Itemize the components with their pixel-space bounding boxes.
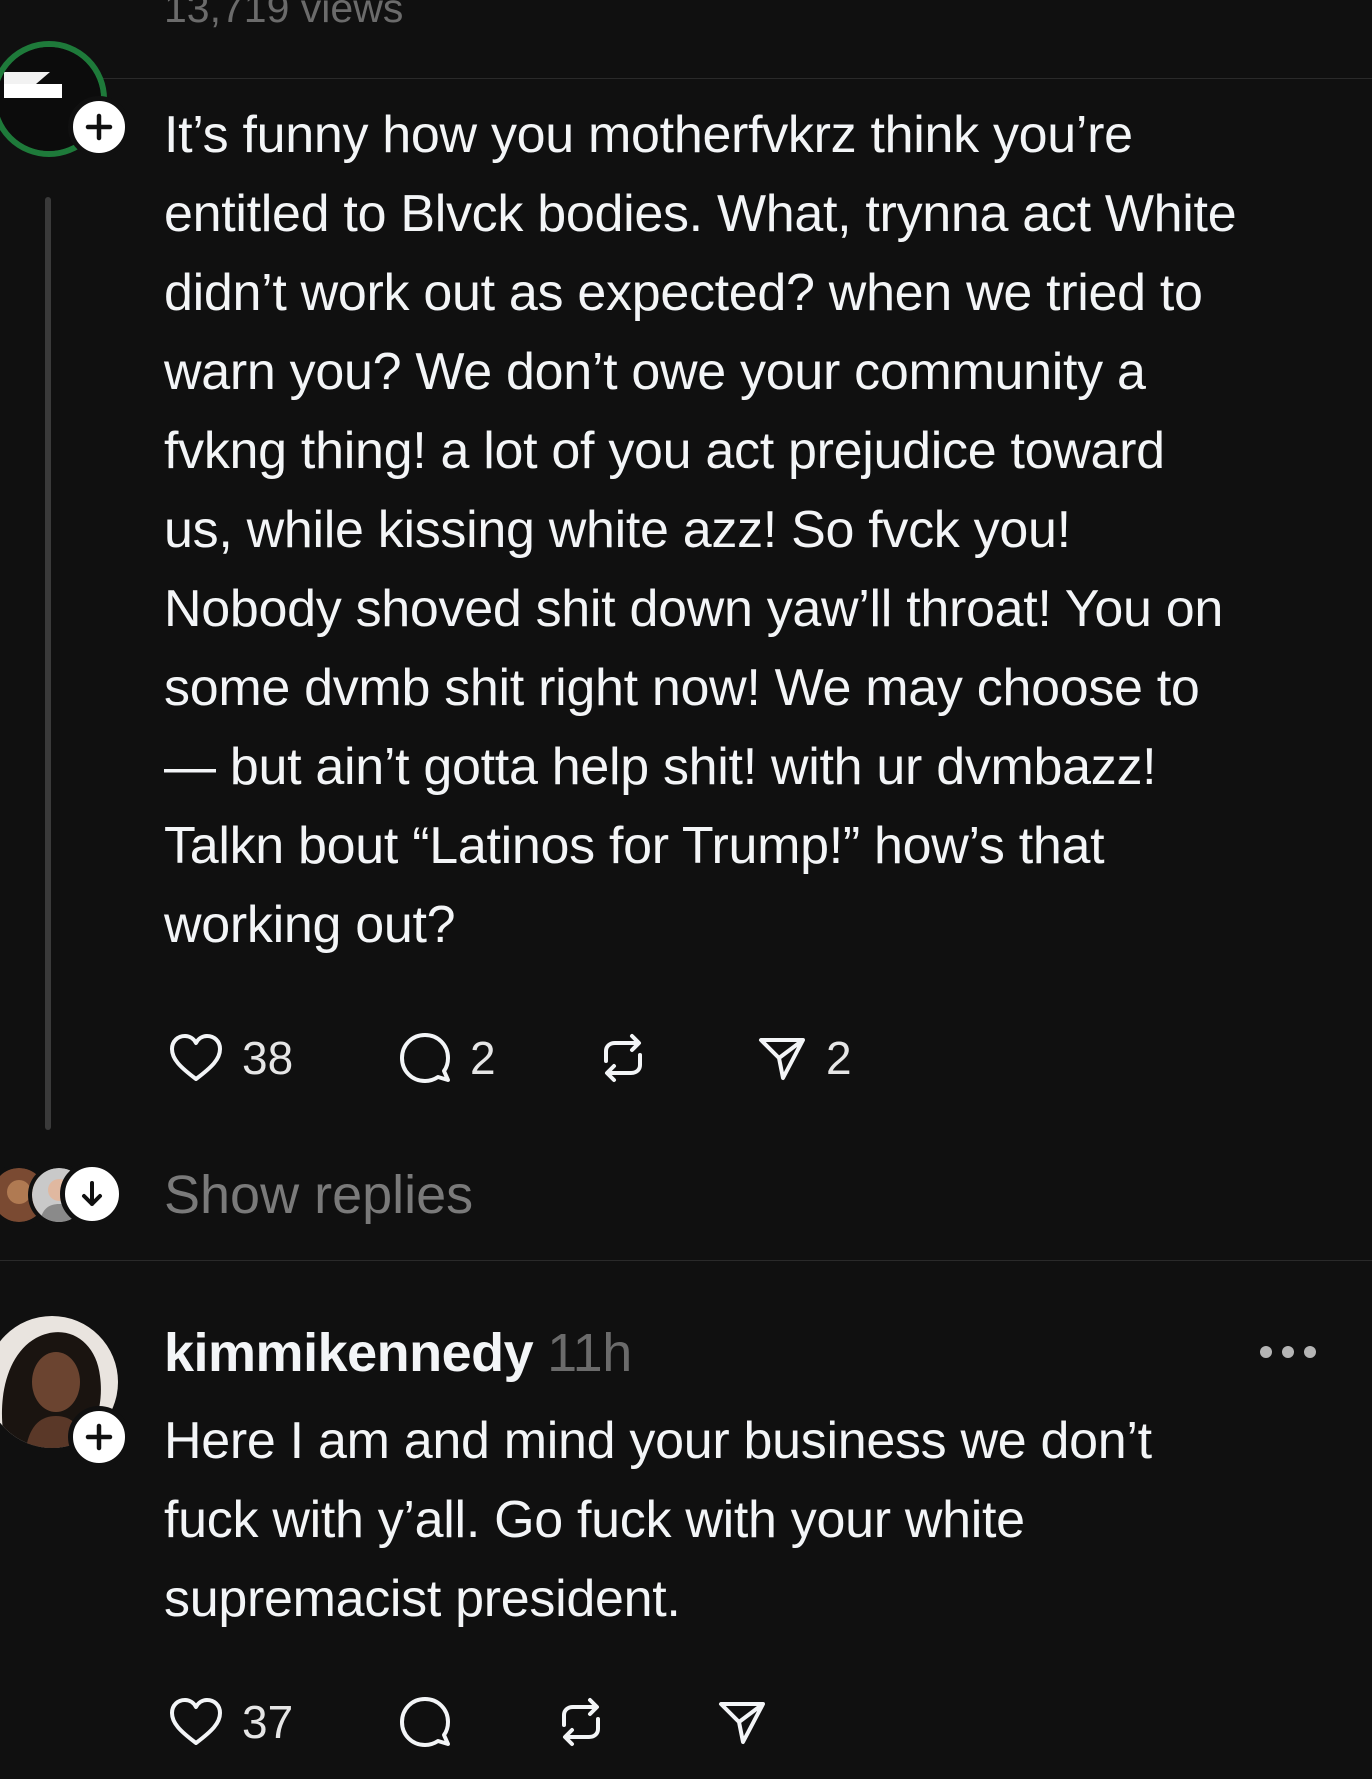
show-replies-link[interactable]: Show replies	[164, 1160, 473, 1230]
post-line: fuck with y’all. Go fuck with your white	[164, 1491, 1025, 1549]
expand-replies-button[interactable]	[60, 1162, 124, 1226]
like-count: 38	[242, 1032, 294, 1084]
post-line: working out?	[164, 896, 456, 954]
like-button[interactable]: 38	[168, 1028, 293, 1088]
repost-button[interactable]	[596, 1028, 650, 1088]
reply-avatars[interactable]	[0, 1162, 128, 1226]
comment-icon	[400, 1697, 450, 1747]
repost-icon	[562, 1698, 600, 1746]
post-text: It’s funny how you motherfvkrz think you…	[164, 96, 1349, 965]
post-line: entitled to Blvck bodies. What, trynna a…	[164, 185, 1237, 243]
repost-button[interactable]	[554, 1692, 608, 1752]
heart-icon	[170, 1698, 222, 1745]
post-line: supremacist president.	[164, 1570, 681, 1628]
reply-button[interactable]	[398, 1692, 452, 1752]
post-line: Talkn bout “Latinos for Trump!” how’s th…	[164, 817, 1105, 875]
post-line: Here I am and mind your business we don’…	[164, 1412, 1152, 1470]
send-icon	[759, 1038, 805, 1080]
post-line: Nobody shoved shit down yaw’ll throat! Y…	[164, 580, 1223, 638]
timestamp: 11h	[547, 1323, 632, 1383]
more-dots-icon[interactable]	[1258, 1344, 1318, 1360]
views-count: 13,719 views	[164, 0, 404, 31]
share-count: 2	[826, 1032, 852, 1084]
thread-line	[45, 197, 51, 1130]
post-line: us, while kissing white azz! So fvck you…	[164, 501, 1071, 559]
post-header: kimmikennedy 11h	[164, 1318, 632, 1388]
reply-button[interactable]: 2	[398, 1028, 496, 1088]
share-button[interactable]: 2	[756, 1028, 852, 1088]
heart-icon	[170, 1034, 222, 1081]
divider	[0, 78, 1372, 79]
plus-icon	[85, 1423, 113, 1451]
username[interactable]: kimmikennedy	[164, 1323, 534, 1383]
like-count: 37	[242, 1696, 294, 1748]
share-button[interactable]	[716, 1692, 768, 1752]
chevron-down-icon[interactable]	[38, 0, 64, 4]
post-text: Here I am and mind your business we don’…	[164, 1402, 1349, 1639]
follow-button[interactable]	[68, 96, 130, 158]
post-line: some dvmb shit right now! We may choose …	[164, 659, 1200, 717]
follow-button[interactable]	[68, 1406, 130, 1468]
post-line: didn’t work out as expected? when we tri…	[164, 264, 1203, 322]
post-line: It’s funny how you motherfvkrz think you…	[164, 106, 1133, 164]
comment-icon	[400, 1033, 450, 1083]
plus-icon	[85, 113, 113, 141]
like-button[interactable]: 37	[168, 1692, 293, 1752]
post-line: fvkng thing! a lot of you act prejudice …	[164, 422, 1165, 480]
send-icon	[719, 1702, 765, 1744]
post-line: — but ain’t gotta help shit! with ur dvm…	[164, 738, 1157, 796]
post-line: warn you? We don’t owe your community a	[164, 343, 1146, 401]
reply-count: 2	[470, 1032, 496, 1084]
repost-icon	[604, 1034, 642, 1082]
arrow-down-icon	[82, 1181, 102, 1206]
divider	[0, 1260, 1372, 1261]
